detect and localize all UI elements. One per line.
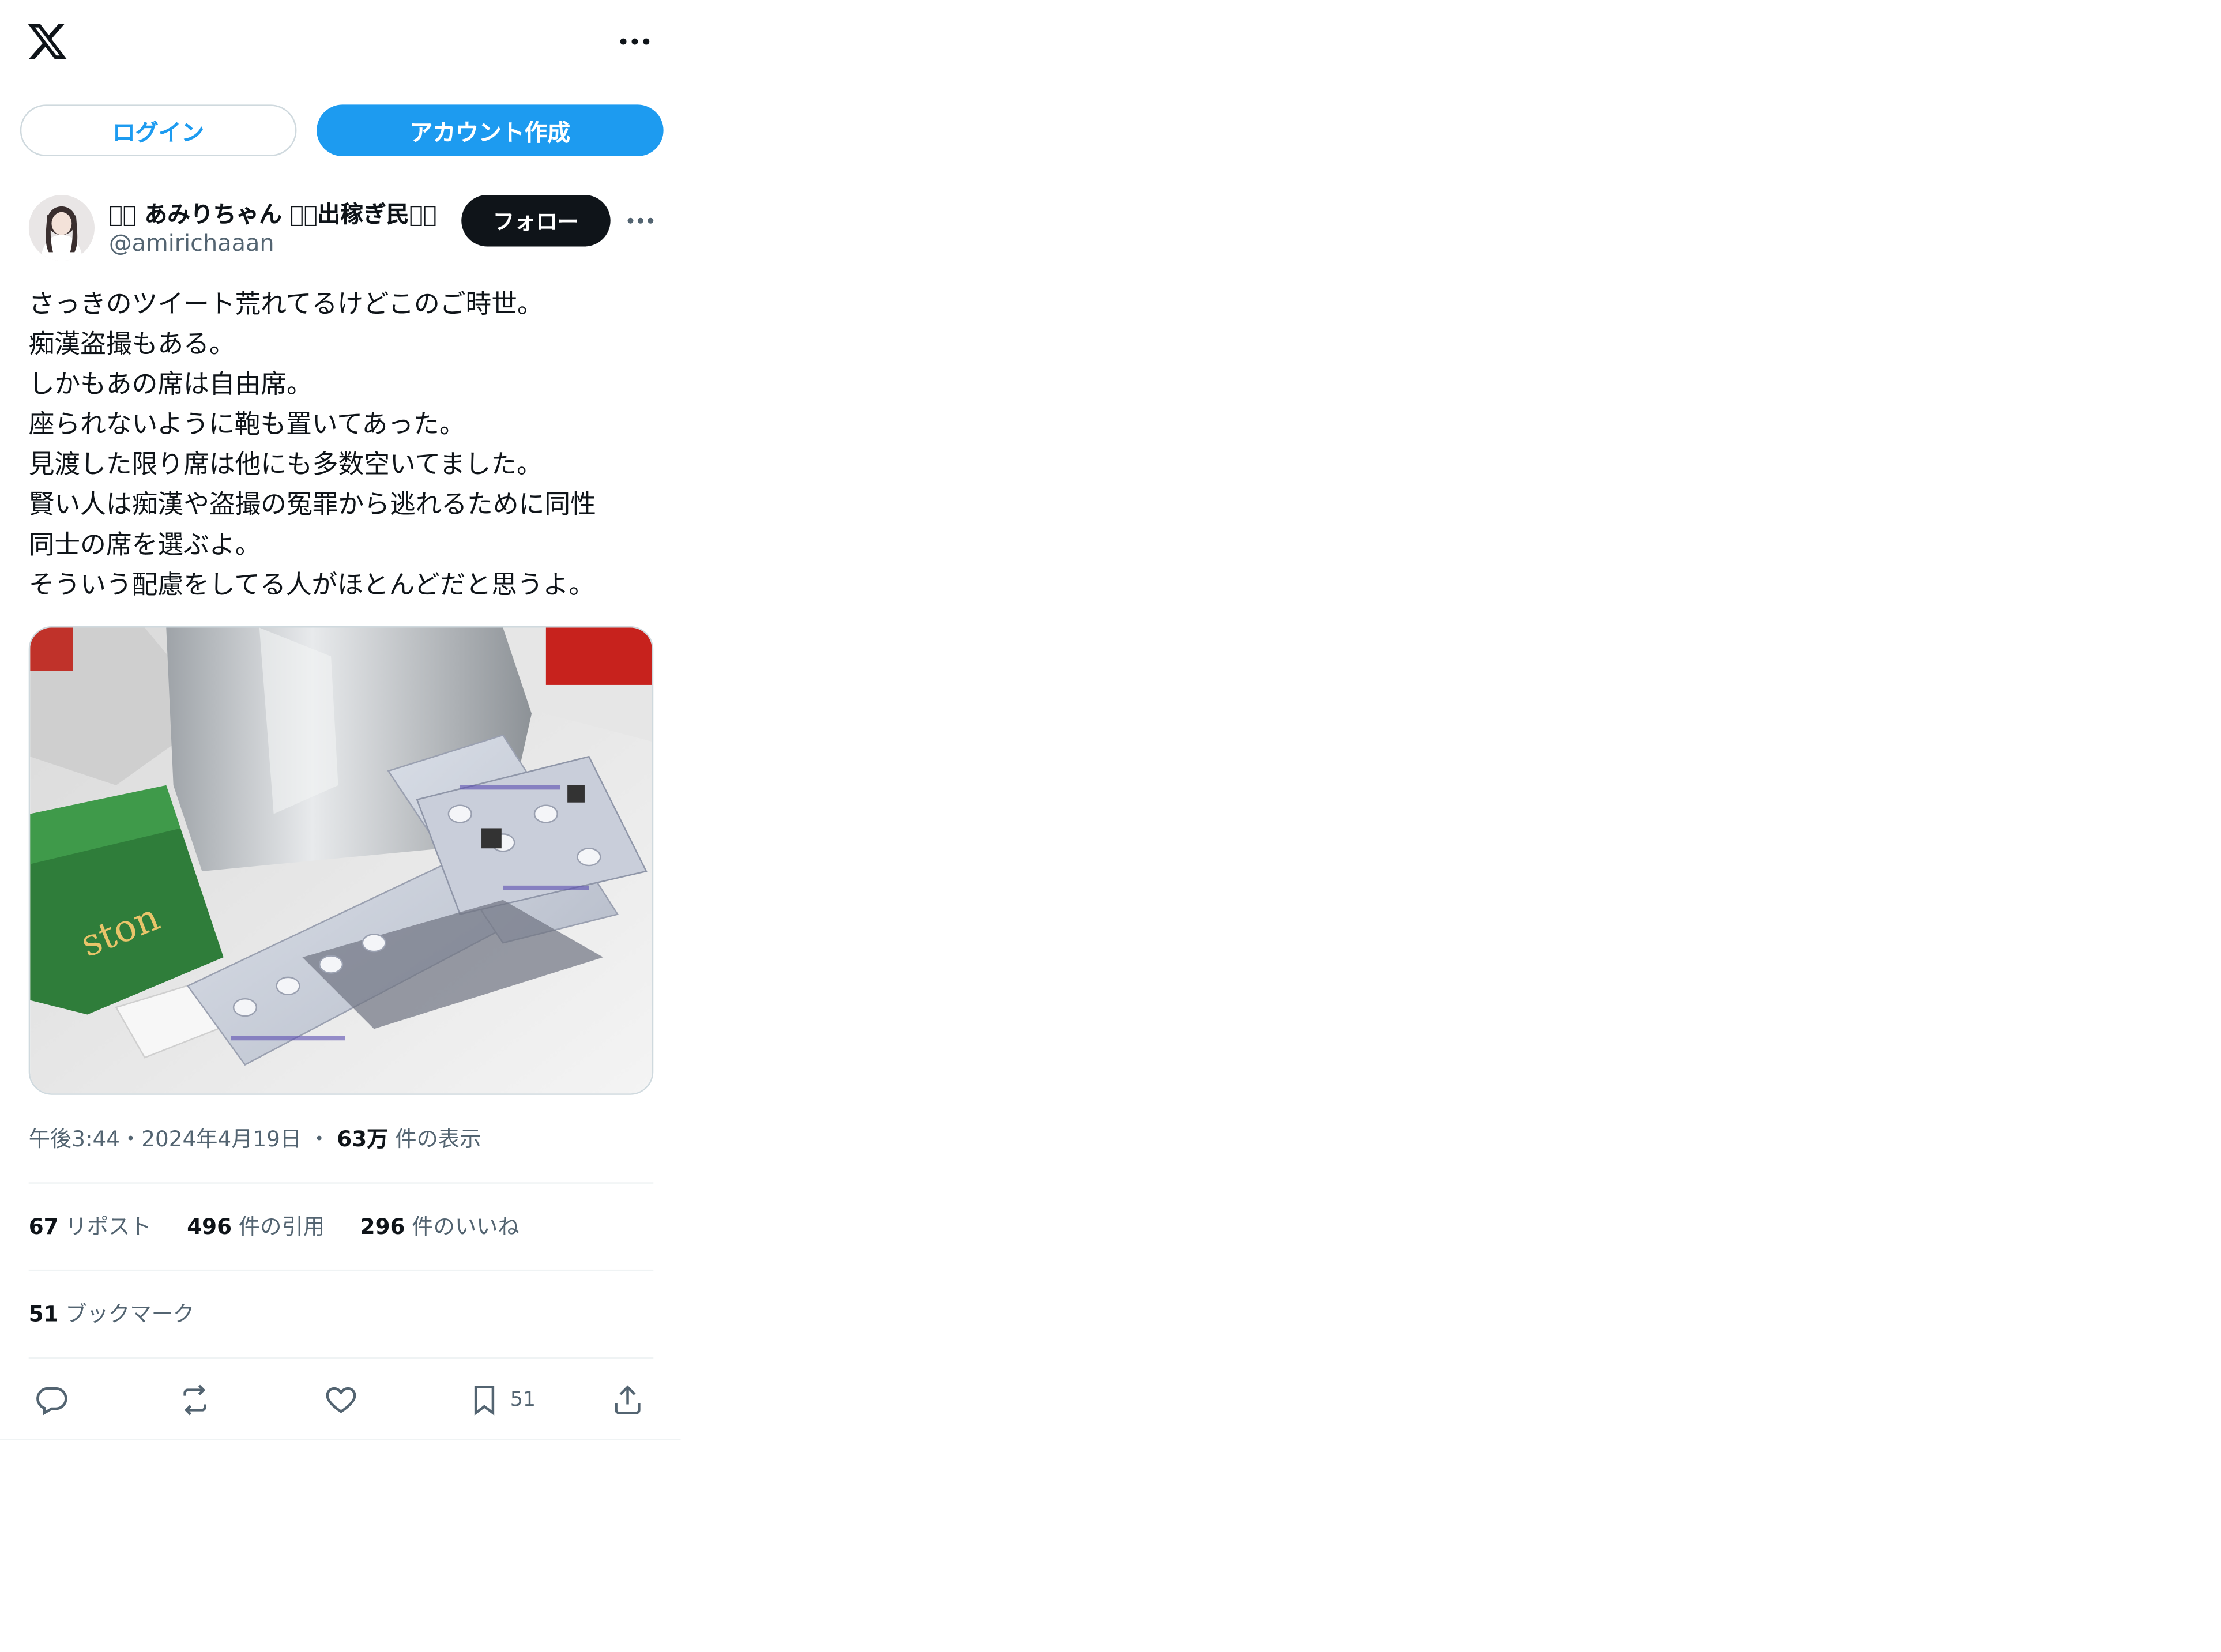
tweet-line: 賢い人は痴漢や盗撮の冤罪から逃れるために同性 — [28, 490, 596, 521]
tweet-line: 同士の席を選ぶよ。 — [28, 530, 261, 560]
tweet-line: 痴漢盗撮もある。 — [28, 329, 235, 360]
views-count: 63万 — [337, 1126, 389, 1153]
tweet-line: そういう配慮をしてる人がほとんどだと思うよ。 — [28, 570, 595, 601]
repost-button[interactable] — [178, 1376, 212, 1424]
engagement-stats: 67 リポスト 496 件の引用 296 件のいいね — [29, 1211, 548, 1241]
follow-button[interactable]: フォロー — [461, 194, 611, 247]
action-bar: 51 — [29, 1376, 659, 1424]
tweet-text: さっきのツイート荒れてるけどこのご時世。 痴漢盗撮もある。 しかもあの席は自由席… — [29, 285, 659, 607]
reposts-stat[interactable]: 67 リポスト — [29, 1211, 152, 1241]
likes-count: 296 — [360, 1213, 405, 1240]
avatar[interactable] — [28, 194, 95, 261]
bookmarks-label: ブックマーク — [65, 1301, 195, 1327]
reply-icon — [36, 1387, 67, 1416]
separator: ・ — [119, 1126, 142, 1153]
divider — [28, 1182, 654, 1184]
x-logo-icon[interactable] — [26, 20, 69, 63]
display-name[interactable]: 􀀀􀀀 あみりちゃん 􀀀􀀀出稼ぎ民􀀀􀀀 — [109, 195, 437, 229]
reposts-count: 67 — [28, 1213, 59, 1240]
bookmarks-count: 51 — [28, 1301, 59, 1327]
heart-icon — [326, 1387, 356, 1413]
bookmark-count: 51 — [510, 1388, 536, 1412]
quotes-count: 496 — [187, 1213, 232, 1240]
divider — [28, 1357, 654, 1359]
tweet-page: ログイン アカウント作成 􀀀􀀀 あみりちゃん 􀀀􀀀出稼ぎ民􀀀􀀀 @amirich… — [0, 0, 2221, 1652]
user-handle[interactable]: @amirichaaan — [109, 229, 274, 257]
tweet-line: 見渡した限り席は他にも多数空いてました。 — [28, 450, 543, 480]
tweet-date[interactable]: 2024年4月19日 — [141, 1126, 302, 1152]
quotes-label: 件の引用 — [238, 1213, 325, 1240]
divider — [0, 1439, 681, 1440]
separator: ・ — [308, 1126, 330, 1153]
quotes-stat[interactable]: 496 件の引用 — [187, 1211, 325, 1241]
create-account-button[interactable]: アカウント作成 — [317, 104, 664, 156]
reply-button[interactable] — [35, 1376, 69, 1424]
share-button[interactable] — [611, 1376, 645, 1424]
tweet-meta: 午後3:44・2024年4月19日 ・ 63万 件の表示 — [29, 1123, 481, 1153]
bookmark-button[interactable]: 51 — [467, 1376, 536, 1424]
reposts-label: リポスト — [65, 1213, 152, 1240]
bookmark-icon — [474, 1386, 495, 1416]
bookmark-stats: 51 ブックマーク — [29, 1299, 223, 1329]
tweet-photo[interactable]: ston — [28, 626, 654, 1095]
tweet-line: 座られないように鞄も置いてあった。 — [28, 409, 465, 440]
top-bar — [0, 0, 680, 86]
bookmarks-stat[interactable]: 51 ブックマーク — [29, 1299, 194, 1329]
tweet-line: さっきのツイート荒れてるけどこのご時世。 — [28, 289, 543, 320]
login-button[interactable]: ログイン — [20, 104, 297, 156]
share-icon — [615, 1385, 641, 1414]
divider — [28, 1269, 654, 1271]
likes-label: 件のいいね — [412, 1213, 520, 1240]
more-horizontal-icon[interactable] — [613, 23, 657, 61]
tweet-line: しかもあの席は自由席。 — [28, 370, 313, 400]
views-label: 件の表示 — [395, 1126, 481, 1153]
more-horizontal-icon[interactable] — [622, 204, 660, 238]
like-button[interactable] — [324, 1376, 359, 1424]
likes-stat[interactable]: 296 件のいいね — [360, 1211, 520, 1241]
repost-icon — [183, 1384, 206, 1416]
tweet-time[interactable]: 午後3:44 — [29, 1126, 120, 1152]
